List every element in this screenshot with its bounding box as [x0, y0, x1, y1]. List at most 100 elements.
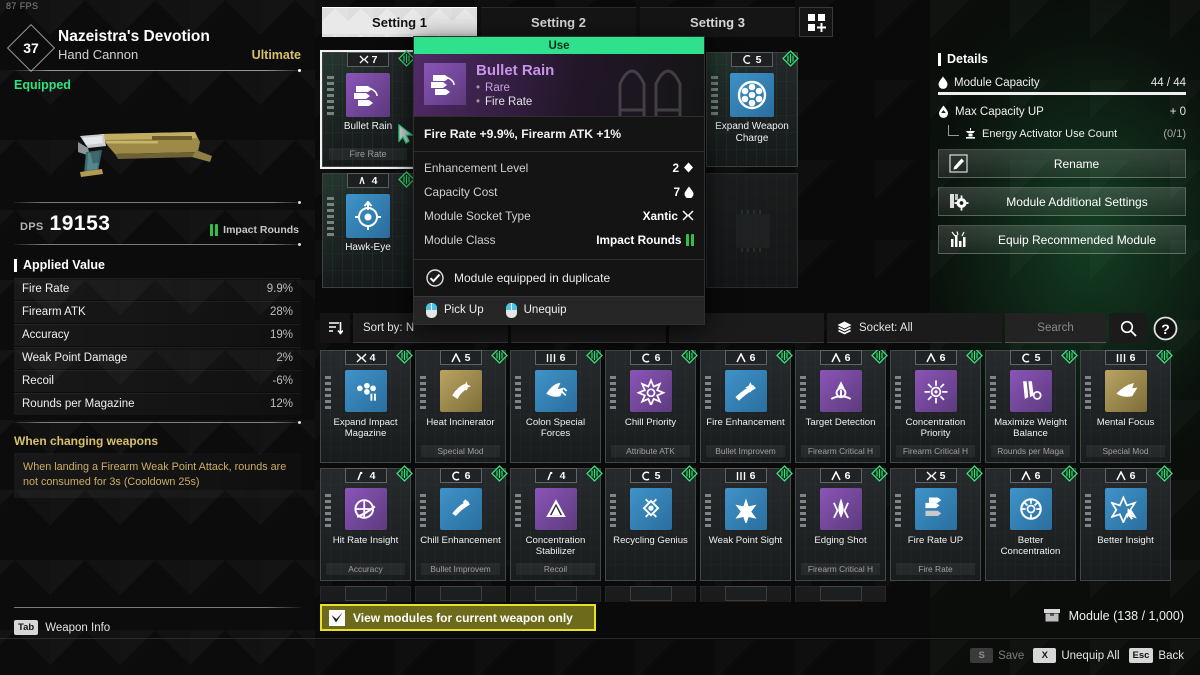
- module-glyph: [1115, 383, 1137, 397]
- equipped-slot-expand-weapon-charge[interactable]: 5 Expand Weapon Charge: [706, 50, 799, 167]
- equipped-slot-hawk-eye[interactable]: 4 Hawk-Eye: [322, 171, 415, 288]
- module-card-partial[interactable]: [320, 586, 411, 602]
- module-name: Maximize Weight Balance: [994, 417, 1067, 440]
- module-card[interactable]: 6 Concentration Priority Firearm Critical …: [890, 350, 983, 463]
- cerulean-socket-icon: [641, 470, 650, 481]
- module-card[interactable]: 6 Weak Point Sight: [700, 465, 793, 581]
- tab-label: Setting 3: [690, 15, 745, 30]
- equip-recommended-module-button[interactable]: Equip Recommended Module: [938, 225, 1186, 254]
- module-icon: [629, 488, 672, 530]
- tooltip-stat-row: Module Class Impact Rounds: [424, 228, 694, 252]
- module-card-partial[interactable]: [795, 586, 886, 602]
- stat-number: 2: [672, 160, 679, 175]
- esc-key-icon: Esc: [1128, 648, 1154, 663]
- module-icon: [534, 488, 577, 530]
- card-cost-badge: [344, 586, 387, 601]
- tab-setting-2[interactable]: Setting 2: [481, 7, 636, 37]
- weapon-info-hint[interactable]: Tab Weapon Info: [14, 620, 301, 635]
- module-name: Heat Incinerator: [426, 417, 495, 428]
- weapon-info-footer: Tab Weapon Info: [14, 607, 301, 635]
- socket-filter-dropdown[interactable]: Socket: All: [827, 313, 1002, 343]
- sort-direction-button[interactable]: [320, 313, 350, 343]
- unequip-all-hint[interactable]: X Unequip All: [1033, 648, 1120, 663]
- module-card[interactable]: 6 Mental Focus Special Mod: [1080, 350, 1173, 463]
- rename-button[interactable]: Rename: [938, 149, 1186, 178]
- module-card[interactable]: 5 Maximize Weight Balance Rounds per Maga: [985, 350, 1078, 463]
- weapon-info-label: Weapon Info: [45, 621, 111, 634]
- applied-value-label: Applied Value: [23, 258, 105, 272]
- module-name: Better Concentration: [1000, 535, 1061, 558]
- module-rank-badge-icon: [396, 350, 413, 364]
- search-placeholder: Search: [1037, 321, 1074, 334]
- module-card[interactable]: 4 Concentration Stabilizer Recoil: [510, 465, 603, 581]
- search-button[interactable]: [1109, 313, 1147, 343]
- module-rank-badge-icon: [776, 465, 793, 482]
- module-icon: [344, 488, 387, 530]
- tab-setting-3[interactable]: Setting 3: [640, 7, 795, 37]
- module-card[interactable]: 5 Heat Incinerator Special Mod: [415, 350, 508, 463]
- cylinder-glyph: [737, 80, 767, 110]
- module-additional-settings-button[interactable]: Module Additional Settings: [938, 187, 1186, 216]
- tab-setting-1[interactable]: Setting 1: [322, 7, 477, 37]
- tooltip-stat-row: Module Socket Type Xantic: [424, 204, 694, 228]
- pick-up-action[interactable]: Pick Up: [426, 302, 484, 318]
- current-weapon-only-checkbox[interactable]: View modules for current weapon only: [320, 604, 596, 631]
- module-card-partial[interactable]: [415, 586, 506, 602]
- module-card[interactable]: 6 Better Insight: [1080, 465, 1173, 581]
- module-glyph: [1022, 381, 1042, 400]
- module-card[interactable]: 6 Fire Enhancement Bullet Improvem: [700, 350, 793, 463]
- cerulean-socket-icon: [1021, 352, 1030, 363]
- back-hint[interactable]: Esc Back: [1128, 648, 1184, 663]
- header-divider: [14, 69, 301, 72]
- module-glyph: [1110, 495, 1137, 523]
- tooltip-stat-row: Capacity Cost 7: [424, 180, 694, 204]
- card-pins-icon: [800, 493, 806, 527]
- module-card[interactable]: 6 Edging Shot Firearm Critical H: [795, 465, 888, 581]
- tooltip-actions: Pick Up Unequip: [414, 295, 704, 324]
- module-glyph: [1019, 498, 1042, 520]
- add-setting-button[interactable]: [799, 7, 833, 37]
- setting-tabs: Setting 1 Setting 2 Setting 3: [322, 7, 833, 37]
- save-hint[interactable]: S Save: [970, 648, 1024, 663]
- card-pins-icon: [515, 493, 521, 527]
- equipped-slots-right-column: 5 Expand Weapon Charge: [706, 50, 799, 294]
- search-input[interactable]: Search: [1005, 313, 1106, 343]
- module-card-partial[interactable]: [510, 586, 601, 602]
- module-card-partial[interactable]: [605, 586, 696, 602]
- stat-label: Module Socket Type: [424, 208, 531, 223]
- module-card[interactable]: 6 Colon Special Forces: [510, 350, 603, 463]
- card-cost-value: 4: [369, 469, 376, 482]
- module-card[interactable]: 6 Chill Priority Attribute ATK: [605, 350, 698, 463]
- module-card[interactable]: 4 Hit Rate Insight Accuracy: [320, 465, 413, 581]
- tooltip-effect-text: Fire Rate +9.9%, Firearm ATK +1%: [414, 115, 704, 151]
- module-rank-badge-icon: [1061, 465, 1078, 482]
- slot-module-class: Fire Rate: [329, 148, 407, 160]
- layers-icon: [837, 321, 852, 334]
- card-cost-badge: [534, 586, 577, 601]
- card-pins-icon: [610, 375, 616, 409]
- cerulean-socket-icon: [451, 470, 460, 481]
- footer-hints: S Save X Unequip All Esc Back: [970, 648, 1184, 663]
- slot-cost-badge: 5: [731, 52, 773, 67]
- help-button[interactable]: ?: [1150, 313, 1180, 343]
- equipped-slot-bullet-rain[interactable]: 7 Bullet Rain Fire Rate: [320, 50, 416, 169]
- module-card[interactable]: 6 Target Detection Firearm Critical H: [795, 350, 888, 463]
- module-class-tag: Special Mod: [1086, 445, 1165, 457]
- unequip-action[interactable]: Unequip: [505, 302, 566, 318]
- card-cost-badge: 6: [724, 350, 767, 365]
- module-capacity-row: Module Capacity 44 / 44: [938, 76, 1186, 89]
- dps-row: DPS 19153 Impact Rounds: [14, 203, 301, 236]
- almandine-socket-icon: [925, 352, 936, 362]
- module-rank-badge-icon: [871, 465, 888, 482]
- card-cost-value: 5: [464, 351, 471, 364]
- module-card[interactable]: 5 Recycling Genius: [605, 465, 698, 581]
- checkbox-box: [329, 609, 345, 626]
- module-class-tag: Accuracy: [326, 563, 405, 575]
- module-card[interactable]: 6 Chill Enhancement Bullet Improvem: [415, 465, 508, 581]
- module-card[interactable]: 4 Expand Impact Magazine: [320, 350, 413, 463]
- equipped-slot-empty[interactable]: [706, 173, 798, 288]
- module-card-partial[interactable]: [700, 586, 791, 602]
- stat-label: Firearm ATK: [22, 306, 86, 319]
- module-card[interactable]: 5 Fire Rate UP Fire Rate: [890, 465, 983, 581]
- module-card[interactable]: 6 Better Concentration: [985, 465, 1078, 581]
